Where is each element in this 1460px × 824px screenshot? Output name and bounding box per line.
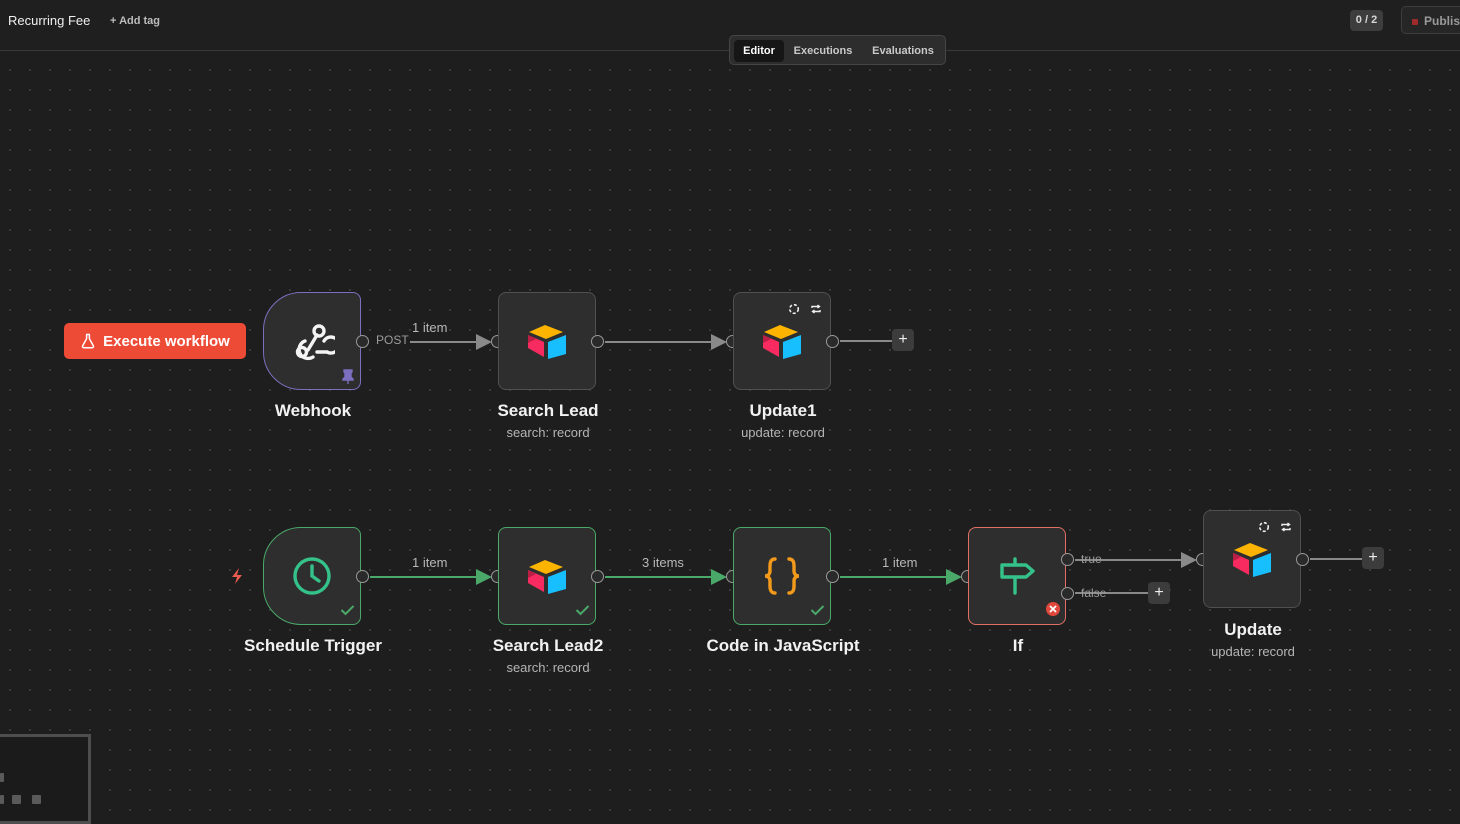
- edge-label: 1 item: [412, 320, 448, 335]
- output-port-false[interactable]: [1061, 587, 1074, 600]
- error-icon: [1046, 602, 1060, 616]
- node-subtitle: search: record: [506, 425, 590, 440]
- airtable-icon: [1233, 543, 1271, 577]
- lightning-icon: [232, 568, 242, 584]
- airtable-icon: [763, 325, 801, 359]
- webhook-icon: [295, 324, 335, 361]
- node-subtitle: search: record: [506, 660, 590, 675]
- output-port-true[interactable]: [1061, 553, 1074, 566]
- execute-workflow-button[interactable]: Execute workflow: [64, 323, 246, 359]
- success-check-icon: [810, 605, 825, 616]
- node-search-lead[interactable]: [498, 292, 596, 390]
- output-port[interactable]: [826, 335, 839, 348]
- false-label: false: [1081, 586, 1107, 600]
- clock-icon: [293, 557, 331, 595]
- node-title: If: [1012, 636, 1024, 655]
- node-title: Update1: [749, 401, 817, 420]
- output-port[interactable]: [591, 335, 604, 348]
- loop-icon: [811, 304, 821, 314]
- node-title: Search Lead2: [492, 636, 604, 655]
- flask-icon: [81, 333, 95, 349]
- airtable-icon: [528, 560, 566, 594]
- retry-dashed-icon: [788, 303, 800, 315]
- webhook-method-label: POST: [376, 333, 409, 347]
- add-node-button[interactable]: +: [1362, 547, 1384, 569]
- output-port[interactable]: [356, 570, 369, 583]
- node-title: Code in JavaScript: [706, 636, 860, 655]
- edge-label: 3 items: [642, 555, 684, 570]
- node-webhook[interactable]: [263, 292, 361, 390]
- minimap-node: [0, 773, 4, 782]
- minimap-node: [12, 795, 21, 804]
- edge-label: 1 item: [412, 555, 448, 570]
- output-port[interactable]: [1296, 553, 1309, 566]
- node-schedule-trigger[interactable]: [263, 527, 361, 625]
- node-title: Search Lead: [497, 401, 599, 420]
- node-search-lead2[interactable]: [498, 527, 596, 625]
- true-label: true: [1081, 552, 1102, 566]
- output-port[interactable]: [356, 335, 369, 348]
- success-check-icon: [575, 605, 590, 616]
- signpost-icon: [1000, 557, 1035, 595]
- pin-icon: [342, 369, 354, 384]
- node-title: Webhook: [274, 401, 352, 420]
- minimap-node: [32, 795, 41, 804]
- minimap-node: [0, 795, 4, 804]
- add-node-button[interactable]: +: [1148, 582, 1170, 604]
- node-subtitle: update: record: [741, 425, 825, 440]
- node-update[interactable]: [1203, 510, 1301, 608]
- edge-label: 1 item: [882, 555, 918, 570]
- code-braces-icon: [764, 557, 800, 595]
- airtable-icon: [528, 325, 566, 359]
- node-title: Schedule Trigger: [244, 636, 382, 655]
- output-port[interactable]: [591, 570, 604, 583]
- success-check-icon: [340, 605, 355, 616]
- execute-workflow-label: Execute workflow: [103, 332, 230, 350]
- node-update1[interactable]: [733, 292, 831, 390]
- retry-dashed-icon: [1258, 521, 1270, 533]
- loop-icon: [1281, 522, 1291, 532]
- node-code-javascript[interactable]: [733, 527, 831, 625]
- node-subtitle: update: record: [1211, 644, 1295, 659]
- add-node-button[interactable]: +: [892, 329, 914, 351]
- node-title: Update: [1224, 620, 1282, 639]
- output-port[interactable]: [826, 570, 839, 583]
- node-if[interactable]: [968, 527, 1066, 625]
